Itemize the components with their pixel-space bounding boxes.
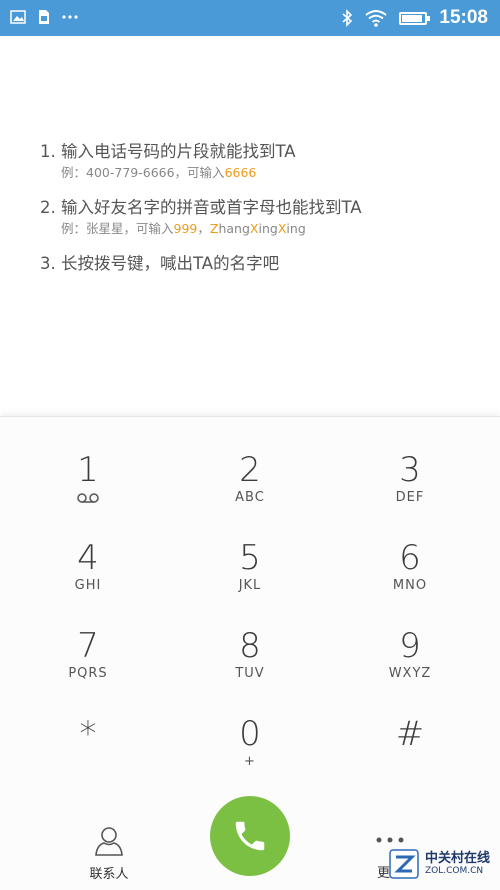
image-icon xyxy=(10,10,26,24)
pinyin-segment: ing xyxy=(286,221,306,236)
key-letters: + xyxy=(244,754,256,769)
watermark-sub: ZOL.COM.CN xyxy=(424,866,484,876)
battery-icon xyxy=(399,11,431,25)
tip-title: 1. 输入电话号码的片段就能找到TA xyxy=(40,142,296,161)
dial-key-8[interactable]: 8 TUV xyxy=(167,596,333,684)
key-letters: ABC xyxy=(235,490,265,505)
key-digit: 3 xyxy=(399,450,421,490)
key-letters: MNO xyxy=(392,578,428,593)
key-digit: 5 xyxy=(239,538,261,578)
key-digit: 8 xyxy=(239,626,261,666)
more-dots-icon xyxy=(62,15,78,19)
tip-2: 2. 输入好友名字的拼音或首字母也能找到TA 例：张星星，可输入999，Zhan… xyxy=(40,196,480,238)
key-digit: 0 xyxy=(239,714,261,754)
phone-icon xyxy=(235,821,265,851)
key-letters: GHI xyxy=(74,578,102,593)
pinyin-segment: ing xyxy=(258,221,278,236)
key-digit: 1 xyxy=(77,450,99,490)
key-letters: DEF xyxy=(395,490,425,505)
key-digit: 4 xyxy=(77,538,99,578)
key-digit: 6 xyxy=(399,538,421,578)
key-digit: 7 xyxy=(77,626,99,666)
key-digit: 2 xyxy=(239,450,261,490)
key-letters: JKL xyxy=(238,578,262,593)
zol-logo-icon xyxy=(389,849,419,879)
contacts-button[interactable]: 联系人 xyxy=(78,825,140,882)
dial-key-3[interactable]: 3 DEF xyxy=(327,420,493,508)
tip-3: 3. 长按拨号键，喊出TA的名字吧 xyxy=(40,252,480,276)
sim-card-icon xyxy=(39,10,49,24)
status-bar: 15:08 xyxy=(0,0,500,36)
watermark-text: 中关村在线 xyxy=(424,851,490,866)
key-digit: # xyxy=(395,714,425,754)
pinyin-segment: hang xyxy=(218,221,250,236)
tip-title: 3. 长按拨号键，喊出TA的名字吧 xyxy=(40,254,280,273)
key-digit: 9 xyxy=(399,626,421,666)
pinyin-segment: X xyxy=(249,221,259,236)
tip-example: 例：400-779-6666，可输入6666 xyxy=(61,165,257,180)
key-digit: * xyxy=(79,714,97,754)
voicemail-icon xyxy=(77,493,99,503)
status-time: 15:08 xyxy=(439,7,488,28)
bluetooth-icon xyxy=(342,9,353,27)
dial-key-5[interactable]: 5 JKL xyxy=(167,508,333,596)
zol-watermark: 中关村在线 ZOL.COM.CN xyxy=(389,849,490,879)
wifi-icon xyxy=(365,10,388,27)
dial-key-9[interactable]: 9 WXYZ xyxy=(327,596,493,684)
tip-example: 例：张星星，可输入999，ZhangXingXing xyxy=(61,221,306,236)
dial-key-pound[interactable]: # xyxy=(327,684,493,772)
dial-key-1[interactable]: 1 xyxy=(5,420,171,508)
dial-key-7[interactable]: 7 PQRS xyxy=(5,596,171,684)
tip-1: 1. 输入电话号码的片段就能找到TA 例：400-779-6666，可输入666… xyxy=(40,140,480,182)
tip-title: 2. 输入好友名字的拼音或首字母也能找到TA xyxy=(40,198,362,217)
contacts-label: 联系人 xyxy=(89,867,129,882)
key-letters: PQRS xyxy=(68,666,108,681)
dial-key-2[interactable]: 2 ABC xyxy=(167,420,333,508)
more-dots-icon xyxy=(376,837,404,843)
pinyin-example: ZhangXingXing xyxy=(210,221,306,236)
search-tips: 1. 输入电话号码的片段就能找到TA 例：400-779-6666，可输入666… xyxy=(40,140,480,290)
dial-key-4[interactable]: 4 GHI xyxy=(5,508,171,596)
dial-key-6[interactable]: 6 MNO xyxy=(327,508,493,596)
contact-person-icon xyxy=(95,827,123,856)
call-button[interactable] xyxy=(210,796,290,876)
dial-key-0[interactable]: 0 + xyxy=(167,684,333,772)
dial-key-star[interactable]: * xyxy=(5,684,171,772)
key-letters: WXYZ xyxy=(388,666,432,681)
key-letters: TUV xyxy=(235,666,265,681)
